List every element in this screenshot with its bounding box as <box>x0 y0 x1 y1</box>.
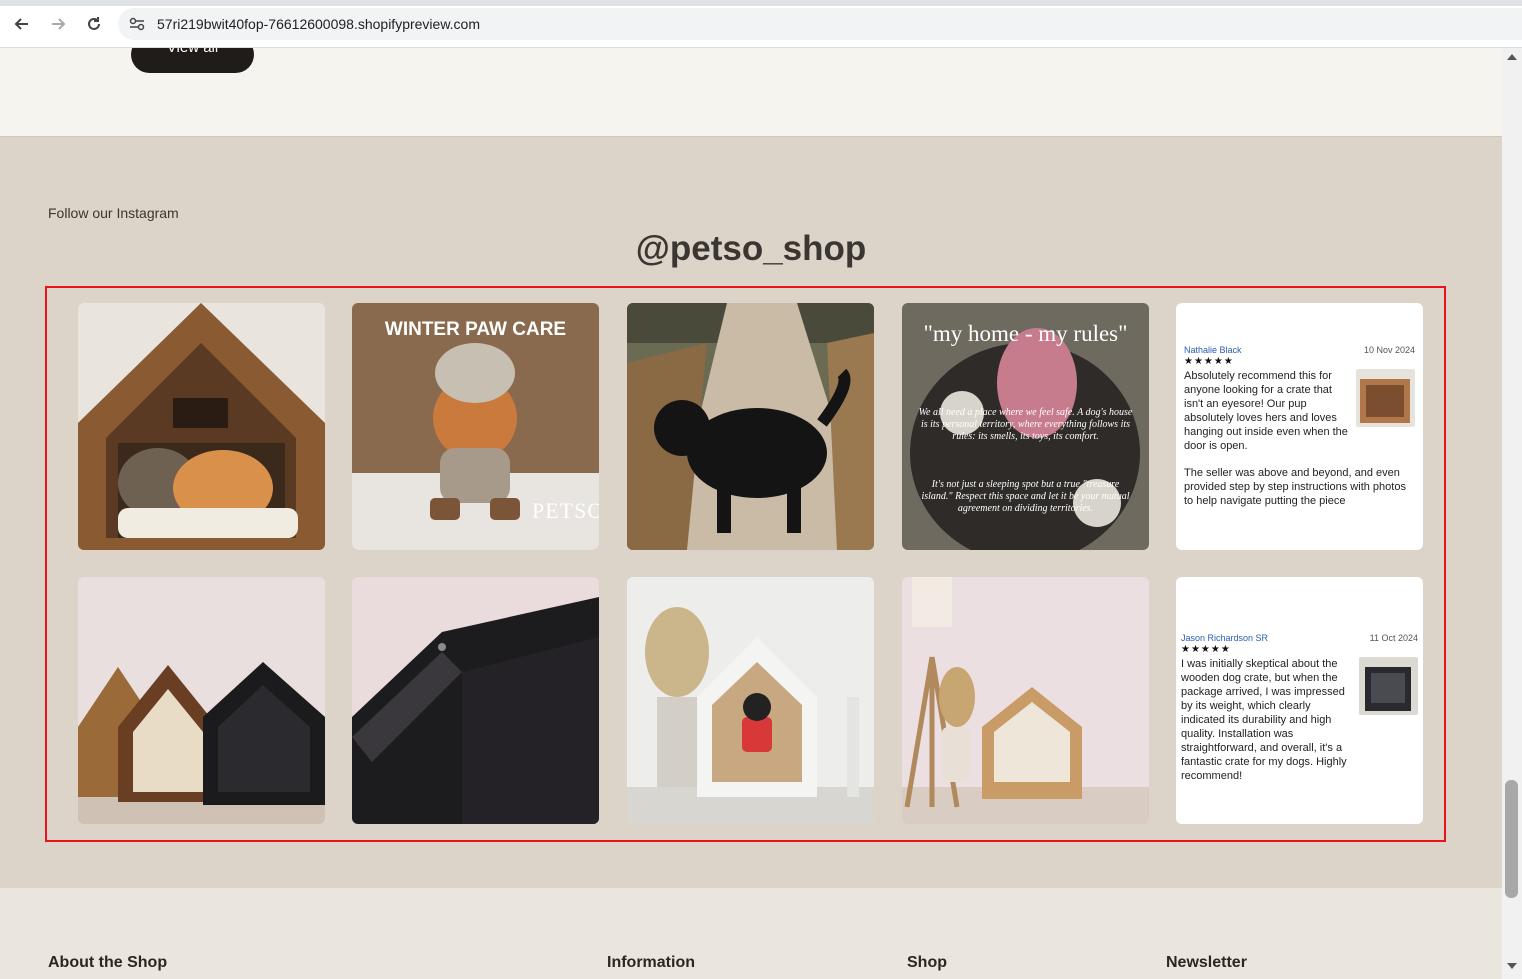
review-text-more: The seller was above and beyond, and eve… <box>1184 467 1406 507</box>
view-all-button[interactable]: View all <box>131 48 254 73</box>
instagram-post-my-home-my-rules[interactable]: "my home - my rules" We all need a place… <box>902 303 1149 550</box>
instagram-section: Follow our Instagram @petso_shop WINTER … <box>0 137 1502 888</box>
review-card-nathalie[interactable]: Nathalie Black 10 Nov 2024 ★★★★★ Absolut… <box>1176 303 1423 550</box>
review-text: Absolutely recommend this for anyone loo… <box>1184 370 1348 452</box>
instagram-kicker: Follow our Instagram <box>48 205 179 221</box>
post-caption: WINTER PAW CARE <box>384 319 567 340</box>
post-caption: "my home - my rules" <box>923 321 1128 346</box>
instagram-post-winter-paw-care[interactable]: WINTER PAW CARE PETSO <box>352 303 599 550</box>
review-card-jason[interactable]: Jason Richardson SR 11 Oct 2024 ★★★★★ I … <box>1176 577 1423 824</box>
review-text: I was initially skeptical about the wood… <box>1181 658 1347 782</box>
scrollbar-thumb[interactable] <box>1505 780 1518 898</box>
footer-heading-newsletter: Newsletter <box>1166 954 1247 971</box>
star-rating: ★★★★★ <box>1181 644 1231 655</box>
reviewer-name: Jason Richardson SR <box>1181 633 1269 643</box>
review-date: 11 Oct 2024 <box>1369 633 1418 643</box>
instagram-handle[interactable]: @petso_shop <box>0 229 1502 269</box>
instagram-post-black-dog-path[interactable] <box>627 303 874 550</box>
footer-heading-information: Information <box>607 954 695 971</box>
scroll-down-icon[interactable] <box>1507 963 1517 969</box>
instagram-post-white-crate-pug[interactable] <box>627 577 874 824</box>
post-paragraph-1: We all need a place where we feel safe. … <box>918 407 1133 442</box>
review-photo <box>1356 369 1415 427</box>
scroll-up-icon[interactable] <box>1507 54 1517 60</box>
footer-heading-shop: Shop <box>907 954 947 971</box>
review-body: Absolutely recommend this for anyone loo… <box>1184 369 1415 453</box>
petso-watermark: PETSO <box>532 498 599 523</box>
tab-strip <box>0 0 1522 6</box>
url-text[interactable]: 57ri219bwit40fop-76612600098.shopifyprev… <box>157 16 480 32</box>
review-header: Nathalie Black 10 Nov 2024 <box>1184 345 1415 355</box>
review-photo <box>1359 657 1418 715</box>
forward-icon[interactable] <box>46 12 70 36</box>
address-bar[interactable]: 57ri219bwit40fop-76612600098.shopifyprev… <box>118 8 1522 40</box>
vertical-scrollbar[interactable] <box>1502 48 1522 979</box>
instagram-post-natural-crate-room[interactable] <box>902 577 1149 824</box>
instagram-post-black-house-closeup[interactable] <box>352 577 599 824</box>
footer-heading-about: About the Shop <box>48 954 168 971</box>
reload-icon[interactable] <box>82 12 106 36</box>
site-footer: About the Shop Information Shop Newslett… <box>0 888 1502 979</box>
collection-section: View all <box>0 48 1502 137</box>
review-date: 10 Nov 2024 <box>1363 345 1415 355</box>
star-rating: ★★★★★ <box>1184 356 1234 367</box>
review-header: Jason Richardson SR 11 Oct 2024 <box>1181 633 1418 643</box>
page-content: View all Follow our Instagram @petso_sho… <box>0 48 1502 979</box>
instagram-grid: WINTER PAW CARE PETSO "my home - my rule… <box>45 286 1446 842</box>
back-icon[interactable] <box>10 12 34 36</box>
instagram-post-cats-in-house[interactable] <box>78 303 325 550</box>
review-body: I was initially skeptical about the wood… <box>1181 657 1418 783</box>
reviewer-name: Nathalie Black <box>1184 345 1242 355</box>
site-settings-icon[interactable] <box>128 15 146 33</box>
post-paragraph-2: It's not just a sleeping spot but a true… <box>921 479 1130 514</box>
browser-toolbar: 57ri219bwit40fop-76612600098.shopifyprev… <box>0 0 1522 48</box>
instagram-post-houses-trio[interactable] <box>78 577 325 824</box>
